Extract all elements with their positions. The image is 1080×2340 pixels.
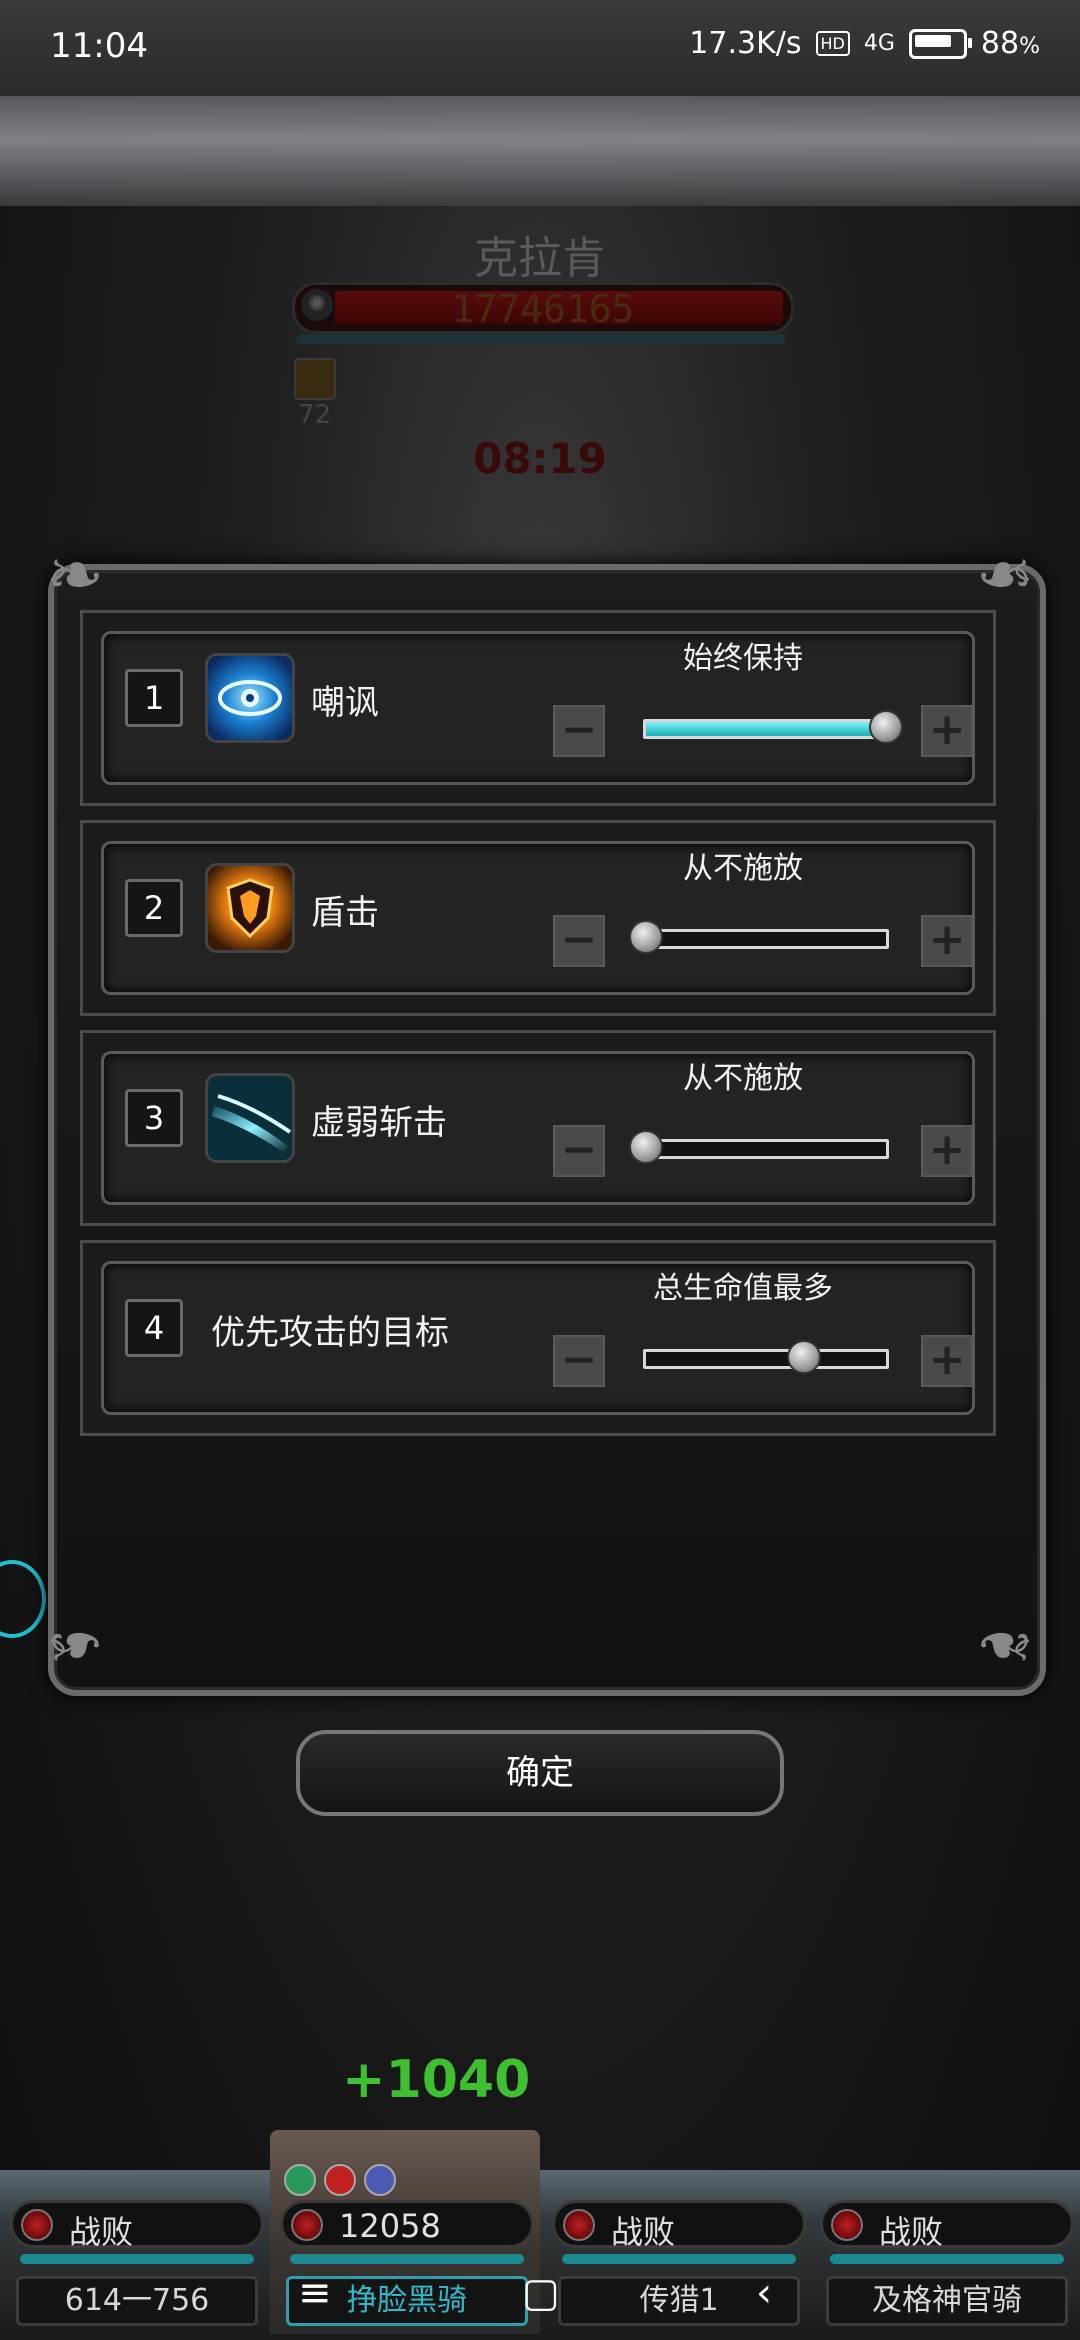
buff-icon xyxy=(294,358,336,400)
row-number: 1 xyxy=(125,669,183,727)
decrease-button[interactable]: − xyxy=(553,915,605,967)
mode-slider[interactable] xyxy=(643,710,903,744)
arcane-icon xyxy=(364,2164,396,2196)
status-bar: 11:04 17.3K/s HD 4G 88% xyxy=(0,0,1080,96)
slot-status-text: 12058 xyxy=(339,2207,441,2245)
battery-icon xyxy=(908,28,972,59)
skill-row-3: 3 虚弱斩击 从不施放 − + xyxy=(80,1030,996,1226)
boss-sub-bar xyxy=(296,334,786,344)
buff-gem-icon xyxy=(284,2164,316,2196)
hd-badge: HD xyxy=(815,31,850,56)
skill-name: 盾击 xyxy=(311,893,379,933)
status-dot-icon xyxy=(21,2209,53,2241)
skill-name: 嘲讽 xyxy=(311,683,379,723)
boss-hp-value: 17746165 xyxy=(451,287,635,331)
target-row-4: 4 优先攻击的目标 总生命值最多 − + xyxy=(80,1240,996,1436)
boss-hp-bar: ✺ 17746165 xyxy=(292,282,794,334)
slash-skill-icon xyxy=(205,1073,295,1163)
mode-label: 总生命值最多 xyxy=(653,1271,833,1306)
skill-name: 虚弱斩击 xyxy=(311,1103,447,1143)
skill-row-2: 2 盾击 从不施放 − + xyxy=(80,820,996,1016)
panel-corner-ornament: ❧ xyxy=(975,1604,1035,1686)
slot-status: 战败 xyxy=(820,2200,1074,2251)
panel-corner-ornament: ❧ xyxy=(45,534,105,616)
sky-banner xyxy=(0,96,1080,206)
mode-label: 从不施放 xyxy=(683,851,803,886)
row-number: 3 xyxy=(125,1089,183,1147)
status-dot-icon xyxy=(563,2209,595,2241)
slider-thumb[interactable] xyxy=(629,920,663,954)
battery-level: 88% xyxy=(981,26,1040,61)
row-number: 4 xyxy=(125,1299,183,1357)
decrease-button[interactable]: − xyxy=(553,1335,605,1387)
slot-status-text: 战败 xyxy=(879,2213,944,2251)
confirm-button[interactable]: 确定 xyxy=(296,1730,784,1816)
increase-button[interactable]: + xyxy=(921,1335,973,1387)
status-indicators: 17.3K/s HD 4G 88% xyxy=(689,26,1040,61)
heal-cross-icon xyxy=(324,2164,356,2196)
slot-hp-bar xyxy=(290,2254,524,2264)
menu-icon[interactable]: ≡ xyxy=(298,2270,332,2316)
mode-slider[interactable] xyxy=(629,920,889,954)
mode-label: 从不施放 xyxy=(683,1061,803,1096)
home-icon[interactable]: ▢ xyxy=(522,2270,560,2316)
slot-hp-bar xyxy=(562,2254,796,2264)
back-icon[interactable]: ‹ xyxy=(756,2270,772,2316)
status-dot-icon xyxy=(831,2209,863,2241)
status-time: 11:04 xyxy=(50,26,148,66)
row-number: 2 xyxy=(125,879,183,937)
slider-thumb[interactable] xyxy=(787,1340,822,1374)
mode-slider[interactable] xyxy=(643,1340,889,1374)
decrease-button[interactable]: − xyxy=(553,705,605,757)
status-dot-icon xyxy=(291,2209,323,2241)
eye-skill-icon xyxy=(205,653,295,743)
slot-hp-bar xyxy=(20,2254,254,2264)
increase-button[interactable]: + xyxy=(921,1125,973,1177)
signal-icon: 4G xyxy=(863,30,895,56)
target-priority-label: 优先攻击的目标 xyxy=(211,1313,449,1353)
boss-timer: 08:19 xyxy=(473,434,607,483)
slot-status: 12058 xyxy=(280,2200,534,2248)
slot-status-text: 战败 xyxy=(611,2213,676,2251)
buff-count: 72 xyxy=(298,400,332,430)
mode-label: 始终保持 xyxy=(683,641,803,676)
panel-corner-ornament: ❧ xyxy=(45,1604,105,1686)
boss-name: 克拉肯 xyxy=(474,233,606,284)
battery-unit: % xyxy=(1019,34,1040,59)
heal-amount: +1040 xyxy=(342,2050,531,2110)
decrease-button[interactable]: − xyxy=(553,1125,605,1177)
system-nav-bar: ≡ ▢ ‹ xyxy=(0,2270,1080,2340)
slot-status-text: 战败 xyxy=(69,2213,134,2251)
battery-value: 88 xyxy=(980,26,1020,61)
slider-fill xyxy=(646,722,886,736)
shield-skill-icon xyxy=(205,863,295,953)
panel-corner-ornament: ❧ xyxy=(975,534,1035,616)
slider-thumb[interactable] xyxy=(629,1130,663,1164)
increase-button[interactable]: + xyxy=(921,915,973,967)
slider-thumb[interactable] xyxy=(869,710,903,744)
skill-row-1: 1 嘲讽 始终保持 − + xyxy=(80,610,996,806)
slot-status: 战败 xyxy=(552,2200,806,2251)
net-speed: 17.3K/s xyxy=(689,26,802,61)
mode-slider[interactable] xyxy=(629,1130,889,1164)
slot-hp-bar xyxy=(830,2254,1064,2264)
slot-status: 战败 xyxy=(10,2200,264,2251)
increase-button[interactable]: + xyxy=(921,705,973,757)
